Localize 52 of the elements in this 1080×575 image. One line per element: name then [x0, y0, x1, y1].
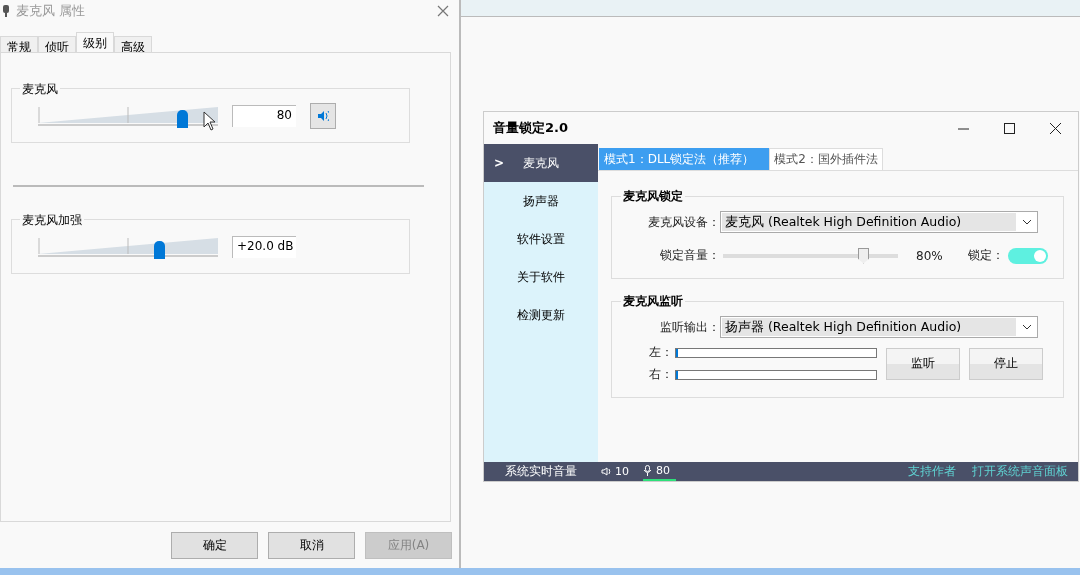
close-icon[interactable] [1049, 122, 1061, 134]
value-field[interactable]: 80 [232, 104, 296, 127]
sidebar-item[interactable]: 软件设置 [484, 220, 598, 258]
status-label: 系统实时音量 [504, 463, 578, 480]
microphone-icon [2, 4, 10, 18]
slider-thumb[interactable] [858, 247, 869, 264]
output-dropdown[interactable]: 扬声器 (Realtek High Definition Audio) [720, 316, 1038, 338]
caret-icon [1023, 324, 1031, 330]
speaker-button[interactable] [310, 102, 336, 129]
speaker-volume: 10 [615, 465, 629, 478]
sidebar-item[interactable]: 关于软件 [484, 258, 598, 296]
maximize-icon[interactable] [1003, 122, 1015, 134]
mouse-cursor-icon [203, 111, 217, 132]
group-label: 麦克风加强 [20, 212, 84, 229]
caret-icon [1023, 219, 1031, 225]
slider-thumb[interactable] [153, 240, 165, 259]
meter-label: 左： [649, 344, 671, 361]
sidebar-item[interactable]: > 麦克风 [484, 144, 598, 182]
device-dropdown[interactable]: 麦克风 (Realtek High Definition Audio) [720, 211, 1038, 233]
field-label: 麦克风设备： [647, 213, 720, 231]
status-link[interactable]: 支持作者 [908, 463, 956, 480]
field-label: 锁定音量： [659, 247, 720, 264]
group-label: 麦克风 [20, 81, 60, 98]
group-title: 麦克风监听 [621, 293, 685, 310]
value-field[interactable]: +20.0 dB [232, 235, 296, 258]
action-button[interactable]: 停止 [969, 347, 1043, 380]
tab[interactable]: 级别 [76, 32, 114, 52]
microphone-icon [643, 465, 652, 476]
tab[interactable]: 侦听 [38, 36, 76, 52]
speaker-icon [601, 467, 611, 476]
mic-volume: 80 [656, 464, 670, 477]
slider-thumb[interactable] [177, 109, 188, 128]
field-label: 锁定： [967, 247, 1004, 264]
dialog-button[interactable]: 取消 [268, 532, 355, 559]
group-title: 麦克风锁定 [621, 188, 685, 205]
status-link[interactable]: 打开系统声音面板 [972, 463, 1068, 480]
volume-value: 80% [916, 248, 943, 263]
speaker-icon [317, 109, 329, 122]
lock-toggle[interactable] [1007, 247, 1048, 264]
tab[interactable]: 高级 [114, 36, 152, 52]
tab[interactable]: 模式2：国外插件法 [769, 148, 883, 170]
tab[interactable]: 常规 [0, 36, 38, 52]
dialog-button[interactable]: 确定 [171, 532, 258, 559]
window-title: 麦克风 属性 [16, 2, 87, 20]
volume-slider[interactable] [38, 104, 218, 127]
window-title: 音量锁定2.0 [493, 119, 570, 137]
field-label: 监听输出： [659, 318, 720, 336]
sidebar-item[interactable]: 检测更新 [484, 296, 598, 334]
meter-label: 右： [649, 366, 671, 383]
sidebar-item[interactable]: 扬声器 [484, 182, 598, 220]
volume-slider[interactable] [38, 235, 218, 258]
action-button[interactable]: 监听 [886, 347, 960, 380]
